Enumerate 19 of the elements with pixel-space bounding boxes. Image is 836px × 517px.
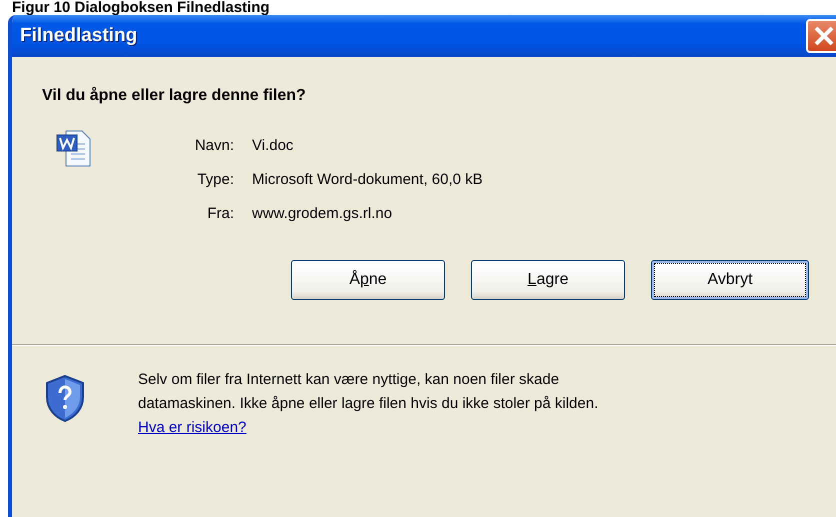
field-label: Navn: (194, 137, 234, 154)
dialog-question: Vil du åpne eller lagre denne filen? (42, 87, 307, 105)
warning-text: datamaskinen. Ikke åpne eller lagre filen hvis du ikke stoler på kilden. (138, 394, 598, 414)
window-title: Filnedlasting (20, 25, 138, 47)
dialog-button[interactable]: Åpne (291, 260, 445, 300)
field-value: Microsoft Word-dokument, 60,0 kB (252, 171, 483, 188)
close-icon (813, 25, 835, 47)
word-document-icon (56, 129, 92, 167)
shield-question-icon (44, 374, 86, 422)
risk-link[interactable]: Hva er risikoen? (138, 416, 246, 440)
field-label: Type: (196, 171, 234, 188)
warning-text: Selv om filer fra Internett kan være nyttige, kan noen filer skade (138, 370, 560, 390)
figure-caption: Figur 10 Dialogboksen Filnedlasting (11, 0, 271, 15)
dialog-button[interactable]: Avbryt (651, 260, 809, 300)
dialog-button[interactable]: Lagre (471, 260, 625, 300)
field-value: www.grodem.gs.rl.no (252, 205, 394, 222)
field-value: Vi.doc (252, 137, 294, 154)
close-button[interactable] (806, 19, 836, 53)
field-label: Fra: (206, 205, 234, 222)
